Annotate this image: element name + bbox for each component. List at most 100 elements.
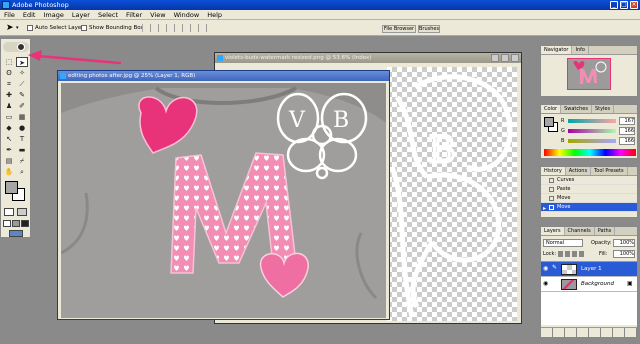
bounding-box-label: Show Bounding Box: [89, 25, 144, 31]
document-title-bar-photo[interactable]: editing photos after.jpg @ 25% (Layer 1,…: [58, 71, 389, 81]
magic-wand-tool-icon[interactable]: ✧: [16, 68, 28, 78]
doc-minimize-icon[interactable]: [491, 54, 499, 62]
bounding-box-checkbox[interactable]: [81, 25, 87, 31]
jump-to-imageready-icon[interactable]: [9, 230, 23, 237]
green-value-field[interactable]: 166: [619, 127, 635, 135]
tool-preset-dropdown-icon[interactable]: ▾: [16, 25, 19, 31]
healing-brush-tool-icon[interactable]: ✚: [3, 90, 15, 100]
close-icon[interactable]: ×: [630, 1, 638, 9]
maximize-icon[interactable]: □: [620, 1, 628, 9]
path-selection-tool-icon[interactable]: ↖: [3, 134, 15, 144]
zoom-tool-icon[interactable]: ⌕: [16, 167, 28, 177]
doc-maximize-icon[interactable]: [501, 54, 509, 62]
foreground-color-swatch-front[interactable]: [5, 181, 18, 194]
full-screen-menu-mode-icon[interactable]: [12, 220, 20, 227]
menu-layer[interactable]: Layer: [68, 10, 94, 20]
brush-tool-icon[interactable]: ✎: [16, 90, 28, 100]
fill-field[interactable]: 100%: [613, 250, 635, 258]
menu-filter[interactable]: Filter: [122, 10, 146, 20]
menu-file[interactable]: File: [0, 10, 19, 20]
tab-channels[interactable]: Channels: [565, 227, 595, 235]
lasso-tool-icon[interactable]: ʘ: [3, 68, 15, 78]
menu-select[interactable]: Select: [94, 10, 122, 20]
clone-stamp-tool-icon[interactable]: ♟: [3, 101, 15, 111]
red-value-field[interactable]: 167: [619, 117, 635, 125]
menu-edit[interactable]: Edit: [19, 10, 40, 20]
brushes-tab[interactable]: Brushes: [418, 25, 440, 33]
auto-select-checkbox[interactable]: [27, 25, 33, 31]
menu-window[interactable]: Window: [170, 10, 204, 20]
tab-history[interactable]: History: [541, 167, 566, 175]
tab-navigator[interactable]: Navigator: [541, 46, 573, 54]
tab-info[interactable]: Info: [572, 46, 589, 54]
blue-value-field[interactable]: 166: [619, 137, 635, 145]
minimize-icon[interactable]: _: [610, 1, 618, 9]
layers-footer-buttons[interactable]: [541, 327, 637, 337]
menu-help[interactable]: Help: [203, 10, 226, 20]
color-spectrum-bar[interactable]: [544, 149, 636, 156]
tab-actions[interactable]: Actions: [566, 167, 592, 175]
lock-icons[interactable]: [558, 251, 586, 257]
opacity-field[interactable]: 100%: [613, 239, 635, 247]
document-title-bar-watermark[interactable]: violets-buds-watermark resized.png @ 53.…: [215, 53, 521, 63]
history-item-selected[interactable]: ▸ Move: [541, 203, 637, 212]
navigator-preview-graphic: [573, 61, 607, 84]
full-screen-mode-icon[interactable]: [21, 220, 29, 227]
menu-image[interactable]: Image: [39, 10, 67, 20]
standard-screen-mode-icon[interactable]: [3, 220, 11, 227]
crop-tool-icon[interactable]: ⌗: [3, 79, 15, 89]
annotation-arrow: [28, 50, 121, 65]
marquee-tool-icon[interactable]: ⬚: [3, 57, 15, 67]
red-slider[interactable]: [568, 119, 616, 123]
watermark-outline-graphic: B: [389, 74, 513, 318]
green-slider[interactable]: [568, 129, 616, 133]
gradient-tool-icon[interactable]: ▦: [16, 112, 28, 122]
transparent-canvas-watermark[interactable]: B: [387, 67, 517, 321]
layers-panel: Layers Channels Paths Normal Opacity: 100%…: [540, 226, 638, 338]
doc-close-icon[interactable]: [511, 54, 519, 62]
eyedropper-tool-icon[interactable]: ⌿: [16, 156, 28, 166]
tab-color[interactable]: Color: [541, 105, 562, 113]
options-bar: ➤ ▾ Auto Select Layer Show Bounding Box: [0, 20, 640, 36]
tab-swatches[interactable]: Swatches: [561, 105, 592, 113]
history-brush-tool-icon[interactable]: ✐: [16, 101, 28, 111]
dodge-tool-icon[interactable]: ●: [16, 123, 28, 133]
tab-layers[interactable]: Layers: [541, 227, 565, 235]
pen-tool-icon[interactable]: ✒: [3, 145, 15, 155]
visibility-eye-icon[interactable]: ◉: [543, 281, 548, 287]
photo-canvas[interactable]: V B: [61, 83, 386, 318]
blend-mode-select[interactable]: Normal: [543, 239, 583, 247]
history-item[interactable]: Paste: [541, 185, 637, 194]
lock-label: Lock:: [543, 251, 557, 257]
tab-styles[interactable]: Styles: [592, 105, 615, 113]
blue-slider[interactable]: [568, 139, 616, 143]
tab-tool-presets[interactable]: Tool Presets: [591, 167, 628, 175]
quick-mask-mode-icon[interactable]: [17, 208, 27, 216]
history-item[interactable]: Curves: [541, 176, 637, 185]
color-fg-swatch-front[interactable]: [544, 117, 554, 127]
toolbox: ⬚ ➤ ʘ ✧ ⌗ ⟋ ✚ ✎ ♟ ✐ ▭ ▦ ◆ ● ↖ T ✒ ▬ ▤ ⌿ …: [0, 38, 31, 238]
layer-name[interactable]: Background: [581, 277, 614, 292]
align-buttons[interactable]: [142, 24, 212, 32]
hand-tool-icon[interactable]: ✋: [3, 167, 15, 177]
menu-view[interactable]: View: [146, 10, 169, 20]
shape-tool-icon[interactable]: ▬: [16, 145, 28, 155]
history-item[interactable]: Move: [541, 194, 637, 203]
opacity-label: Opacity:: [591, 240, 612, 246]
eraser-tool-icon[interactable]: ▭: [3, 112, 15, 122]
layer-name[interactable]: Layer 1: [581, 262, 602, 277]
file-browser-tab[interactable]: File Browser: [382, 25, 416, 33]
move-tool-icon[interactable]: ➤: [6, 23, 14, 33]
tab-paths[interactable]: Paths: [595, 227, 616, 235]
navigator-thumbnail[interactable]: [567, 58, 611, 90]
standard-mode-icon[interactable]: [4, 208, 14, 216]
layer-row[interactable]: ◉ Background ▣: [541, 277, 637, 292]
slice-tool-icon[interactable]: ⟋: [16, 79, 28, 89]
visibility-eye-icon[interactable]: ◉: [543, 266, 548, 272]
red-slider-row: R 167: [561, 117, 635, 125]
notes-tool-icon[interactable]: ▤: [3, 156, 15, 166]
document-window-photo[interactable]: editing photos after.jpg @ 25% (Layer 1,…: [57, 70, 390, 320]
blur-tool-icon[interactable]: ◆: [3, 123, 15, 133]
type-tool-icon[interactable]: T: [16, 134, 28, 144]
layer-row-selected[interactable]: ◉ ✎ Layer 1: [541, 262, 637, 277]
